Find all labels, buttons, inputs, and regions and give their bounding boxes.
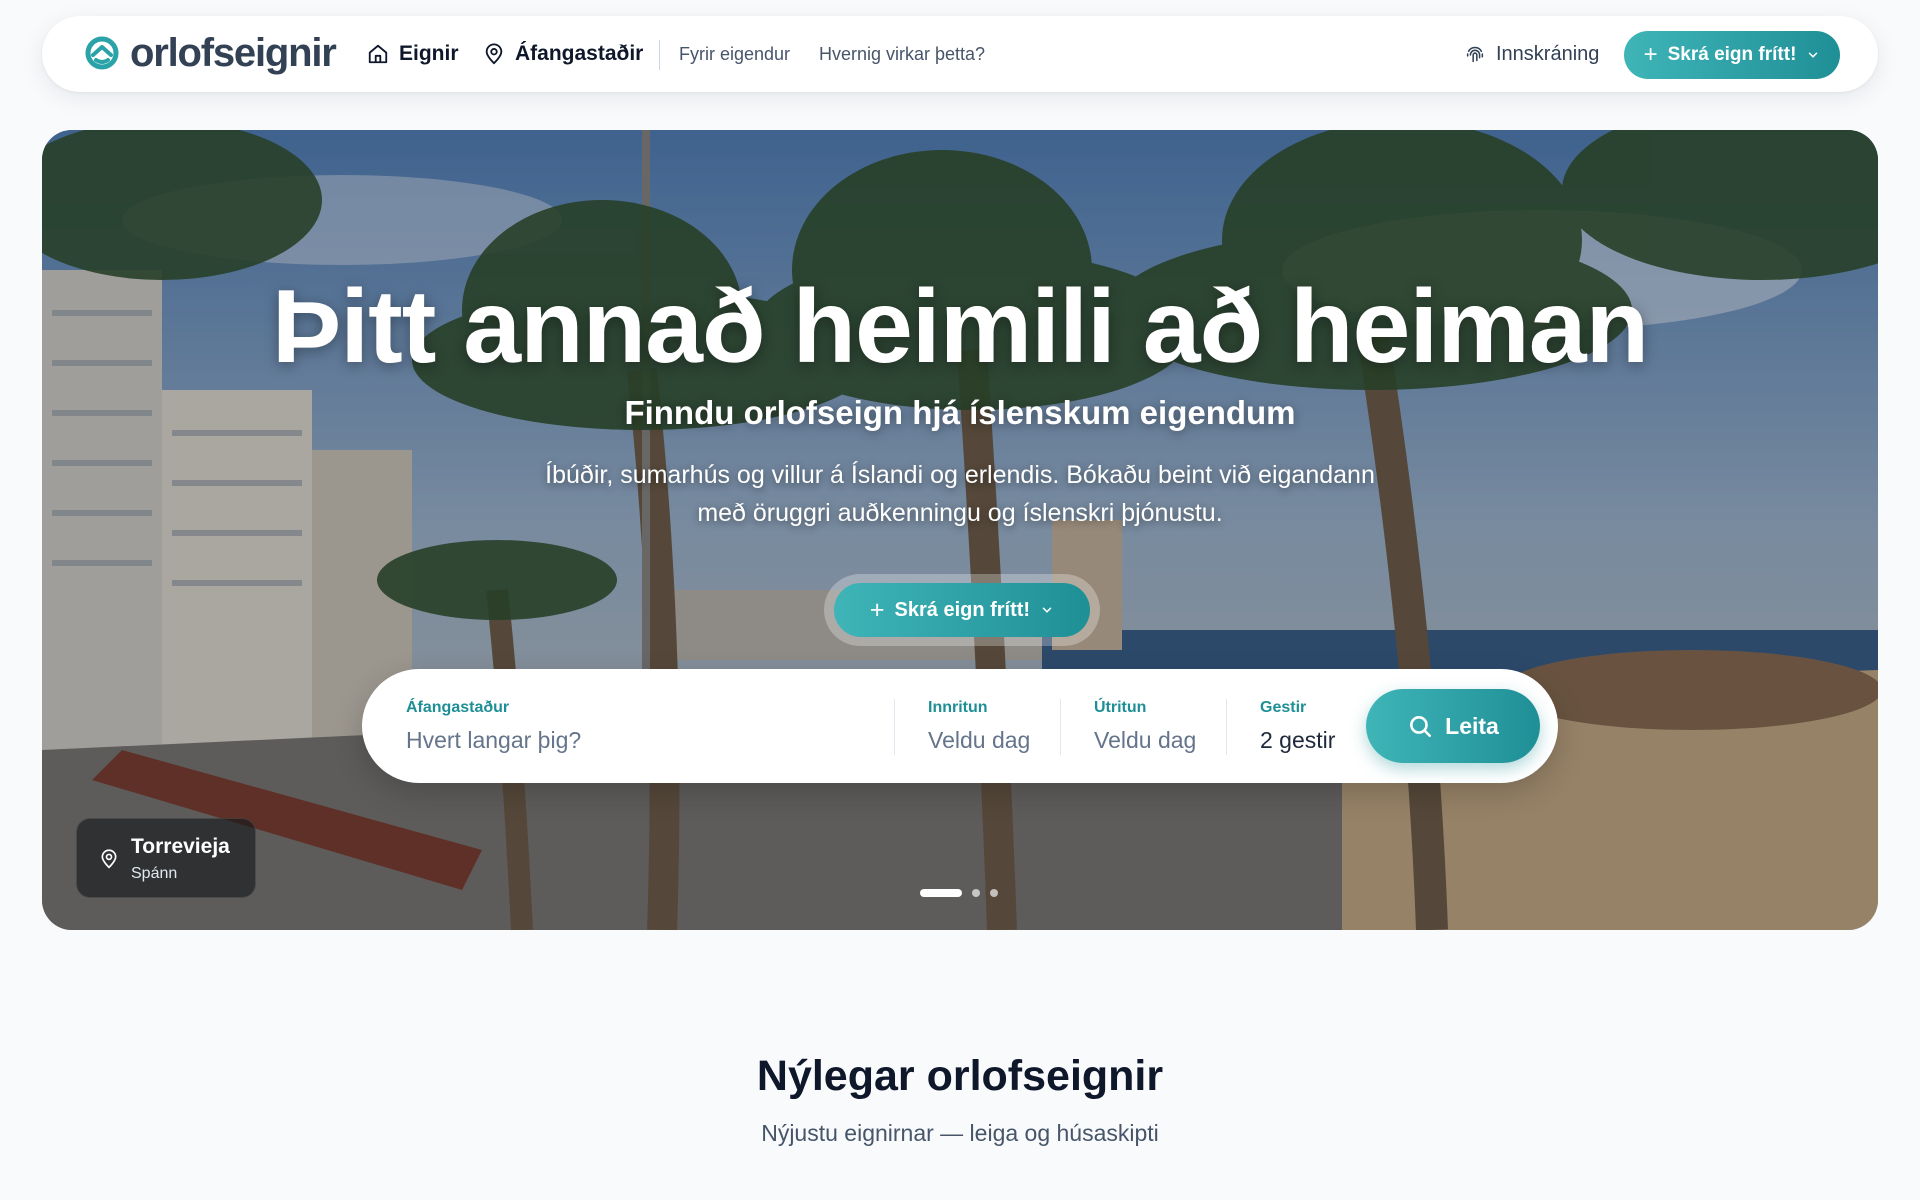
location-city: Torrevieja (131, 835, 230, 858)
hero-description: Íbúðir, sumarhús og villur á Íslandi og … (42, 456, 1878, 532)
guests-field[interactable]: Gestir 2 gestir (1260, 669, 1360, 783)
destination-label: Áfangastaður (406, 699, 510, 716)
search-icon (1410, 716, 1432, 738)
login-label: Innskráning (1496, 42, 1600, 65)
nav-link-label: Áfangastaðir (515, 42, 644, 65)
hero-description-line: Íbúðir, sumarhús og villur á Íslandi og … (545, 461, 1375, 489)
hero-register-property-label: Skrá eign frítt! (894, 598, 1031, 621)
recent-section-title: Nýlegar orlofseignir (756, 1052, 1164, 1100)
nav-link-fyrir-eigendur[interactable]: Fyrir eigendur (679, 16, 790, 92)
nav-link-label: Hvernig virkar þetta? (819, 43, 986, 64)
destination-field[interactable]: Áfangastaður (406, 669, 886, 783)
plus-icon: + (1643, 41, 1658, 68)
hero-register-property-button[interactable]: + Skrá eign frítt! (834, 583, 1090, 637)
logo[interactable]: orlofseignir (80, 31, 337, 75)
search-bar: Áfangastaður Innritun Veldu dag Útritun … (362, 669, 1558, 783)
hero-description-line: með öruggri auðkenningu og íslenskri þjó… (697, 499, 1223, 527)
recent-section-subtitle: Nýjustu eignirnar — leiga og húsaskipti (761, 1120, 1159, 1146)
carousel-indicators (920, 889, 998, 897)
checkin-label: Innritun (928, 699, 988, 716)
map-pin-icon (485, 43, 503, 65)
nav-link-hvernig-virkar[interactable]: Hvernig virkar þetta? (819, 16, 985, 92)
register-property-label: Skrá eign frítt! (1667, 44, 1797, 65)
field-divider (894, 699, 895, 755)
nav-divider (659, 40, 660, 70)
carousel-dot-2[interactable] (972, 889, 980, 897)
nav-link-label: Eignir (399, 42, 459, 65)
chevron-down-icon (1042, 607, 1052, 613)
carousel-dot-3[interactable] (990, 889, 998, 897)
checkin-value: Veldu dag (928, 727, 1031, 753)
search-button-label: Leita (1445, 712, 1499, 739)
nav-link-afangastadir[interactable]: Áfangastaðir (483, 16, 643, 92)
location-country: Spánn (131, 865, 178, 882)
fingerprint-icon (1466, 46, 1484, 63)
home-icon (368, 44, 388, 64)
chevron-down-icon (1809, 52, 1818, 58)
plus-icon: + (869, 595, 885, 624)
checkin-field[interactable]: Innritun Veldu dag (928, 669, 1068, 783)
hero-cta-wrapper: + Skrá eign frítt! (824, 574, 1100, 646)
field-divider (1226, 699, 1227, 755)
checkout-value: Veldu dag (1094, 727, 1197, 753)
field-divider (1060, 699, 1061, 755)
hero-section: Þitt annað heimili að heiman Finndu orlo… (42, 130, 1878, 930)
nav-link-label: Fyrir eigendur (679, 43, 791, 64)
hero-subtitle: Finndu orlofseign hjá íslenskum eigendum (624, 394, 1296, 431)
checkout-label: Útritun (1094, 699, 1147, 716)
map-pin-icon (101, 849, 117, 869)
checkout-field[interactable]: Útritun Veldu dag (1094, 669, 1234, 783)
guests-label: Gestir (1260, 699, 1307, 716)
logo-text: orlofseignir (130, 31, 337, 75)
logo-mark-icon (85, 36, 119, 70)
nav-link-eignir[interactable]: Eignir (367, 16, 459, 92)
location-badge: Torrevieja Spánn (76, 818, 256, 898)
top-navigation: orlofseignir Eignir Áfangastaðir Fyrir e… (42, 16, 1878, 92)
destination-input[interactable] (406, 727, 846, 754)
register-property-button[interactable]: + Skrá eign frítt! (1624, 31, 1840, 79)
search-button[interactable]: Leita (1366, 689, 1540, 763)
hero-title: Þitt annað heimili að heiman (271, 269, 1649, 385)
carousel-dot-1[interactable] (920, 889, 962, 897)
login-link[interactable]: Innskráning (1464, 16, 1599, 92)
guests-value: 2 gestir (1260, 727, 1336, 753)
